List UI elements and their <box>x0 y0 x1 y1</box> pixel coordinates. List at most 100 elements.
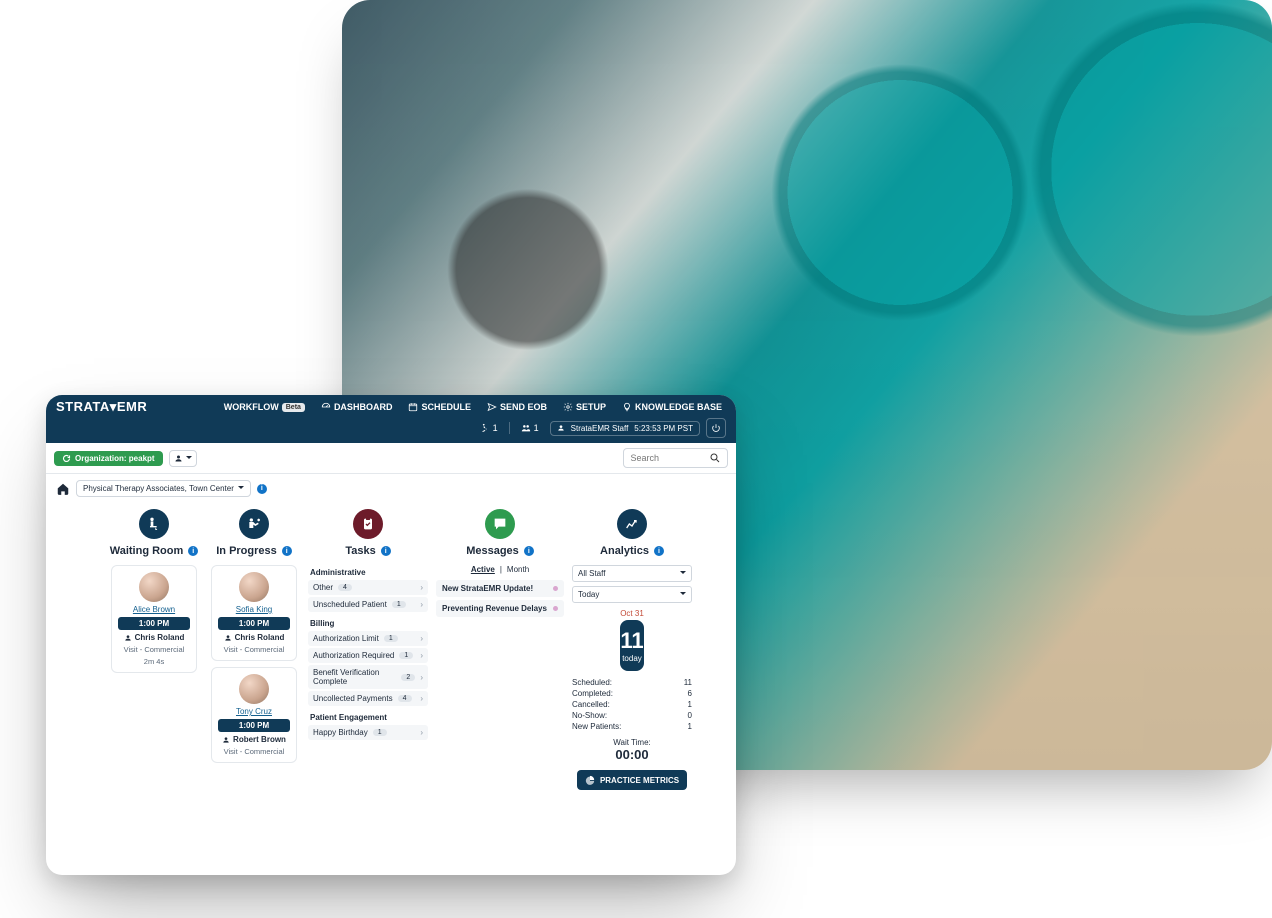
chevron-down-icon <box>238 484 244 493</box>
breadcrumb-bar: Physical Therapy Associates, Town Center… <box>46 474 736 503</box>
people-count[interactable]: 1 <box>516 421 544 435</box>
task-group: Patient Engagement Happy Birthday1› <box>308 710 428 742</box>
power-icon <box>711 423 721 433</box>
chevron-right-icon: › <box>420 583 423 592</box>
task-group-title: Administrative <box>308 565 428 580</box>
calendar-icon <box>408 402 418 412</box>
analytics-stats: Scheduled:11 Completed:6 Cancelled:1 No-… <box>572 677 692 732</box>
nav-dashboard[interactable]: DASHBOARD <box>317 399 397 415</box>
workspace: Waiting Room i Alice Brown 1:00 PM Chris… <box>46 503 736 800</box>
message-item[interactable]: Preventing Revenue Delays <box>436 600 564 617</box>
logout-button[interactable] <box>706 418 726 438</box>
nav-schedule[interactable]: SCHEDULE <box>404 399 475 415</box>
home-icon[interactable] <box>56 482 70 496</box>
wait-duration: 2m 4s <box>144 657 164 666</box>
tasks-icon <box>353 509 383 539</box>
divider <box>509 422 510 434</box>
visit-type: Visit - Commercial <box>224 645 285 654</box>
chevron-right-icon: › <box>420 600 423 609</box>
brand-logo: STRATA▾EMR <box>56 399 147 415</box>
avatar <box>239 674 269 704</box>
visit-type: Visit - Commercial <box>224 747 285 756</box>
location-selector[interactable]: Physical Therapy Associates, Town Center <box>76 480 251 497</box>
app-window: STRATA▾EMR WORKFLOW Beta DASHBOARD SCHED… <box>46 395 736 875</box>
messages-icon <box>485 509 515 539</box>
stat-row: Scheduled:11 <box>572 677 692 688</box>
info-icon[interactable]: i <box>257 484 267 494</box>
tab-active[interactable]: Active <box>471 565 495 574</box>
user-icon <box>124 634 132 642</box>
user-icon <box>174 454 183 463</box>
task-count: 1 <box>384 635 398 642</box>
patient-name-link[interactable]: Tony Cruz <box>236 707 272 716</box>
user-icon <box>224 634 232 642</box>
nav-setup[interactable]: SETUP <box>559 399 610 415</box>
bulb-icon <box>622 402 632 412</box>
task-group: Administrative Other4› Unscheduled Patie… <box>308 565 428 614</box>
wheelchair-count[interactable]: 1 <box>475 421 503 435</box>
appointment-time: 1:00 PM <box>218 719 290 732</box>
task-count: 1 <box>373 729 387 736</box>
task-row[interactable]: Benefit Verification Complete2› <box>308 665 428 689</box>
chevron-down-icon <box>680 590 686 599</box>
user-quick-dropdown[interactable] <box>169 450 197 467</box>
waiting-room-header: Waiting Room i <box>110 545 199 557</box>
info-icon[interactable]: i <box>654 546 664 556</box>
chevron-down-icon <box>680 569 686 578</box>
info-icon[interactable]: i <box>381 546 391 556</box>
info-icon[interactable]: i <box>188 546 198 556</box>
appointment-time: 1:00 PM <box>218 617 290 630</box>
patient-name-link[interactable]: Sofia King <box>236 605 272 614</box>
topbar: STRATA▾EMR WORKFLOW Beta DASHBOARD SCHED… <box>46 395 736 443</box>
patient-name-link[interactable]: Alice Brown <box>133 605 175 614</box>
task-count: 4 <box>338 584 352 591</box>
stat-row: No-Show:0 <box>572 710 692 721</box>
workflow-beta-badge: Beta <box>282 403 305 412</box>
task-row[interactable]: Other4› <box>308 580 428 595</box>
chevron-right-icon: › <box>420 728 423 737</box>
chevron-down-icon <box>186 453 192 464</box>
visit-type: Visit - Commercial <box>124 645 185 654</box>
avatar <box>139 572 169 602</box>
task-row[interactable]: Uncollected Payments4› <box>308 691 428 706</box>
task-count: 1 <box>399 652 413 659</box>
organization-pill[interactable]: Organization: peakpt <box>54 451 163 466</box>
stat-row: Completed:6 <box>572 688 692 699</box>
chevron-right-icon: › <box>420 673 423 682</box>
patient-card[interactable]: Alice Brown 1:00 PM Chris Roland Visit -… <box>111 565 197 673</box>
tasks-header: Tasks i <box>345 545 390 557</box>
search-icon <box>709 452 721 464</box>
tab-month[interactable]: Month <box>507 565 529 574</box>
task-row[interactable]: Authorization Limit1› <box>308 631 428 646</box>
nav-send-eob[interactable]: SEND EOB <box>483 399 551 415</box>
info-icon[interactable]: i <box>282 546 292 556</box>
task-row[interactable]: Unscheduled Patient1› <box>308 597 428 612</box>
task-count: 1 <box>392 601 406 608</box>
gauge-icon <box>321 402 331 412</box>
task-group-title: Patient Engagement <box>308 710 428 725</box>
messages-header: Messages i <box>466 545 534 557</box>
task-row[interactable]: Happy Birthday1› <box>308 725 428 740</box>
in-progress-icon <box>239 509 269 539</box>
staff-select[interactable]: All Staff <box>572 565 692 582</box>
range-select[interactable]: Today <box>572 586 692 603</box>
messages-tabs: Active | Month <box>471 565 529 574</box>
appointment-time: 1:00 PM <box>118 617 190 630</box>
search-input[interactable]: Search <box>623 448 728 468</box>
message-item[interactable]: New StrataEMR Update! <box>436 580 564 597</box>
today-label: today <box>620 654 643 663</box>
stat-row: New Patients:1 <box>572 721 692 732</box>
nav-workflow[interactable]: WORKFLOW Beta <box>220 399 309 415</box>
patient-card[interactable]: Tony Cruz 1:00 PM Robert Brown Visit - C… <box>211 667 297 763</box>
info-icon[interactable]: i <box>524 546 534 556</box>
provider-name: Chris Roland <box>224 633 285 642</box>
refresh-icon <box>62 454 71 463</box>
task-row[interactable]: Authorization Required1› <box>308 648 428 663</box>
nav-knowledge-base[interactable]: KNOWLEDGE BASE <box>618 399 726 415</box>
practice-metrics-button[interactable]: PRACTICE METRICS <box>577 770 687 790</box>
column-tasks: Tasks i Administrative Other4› Unschedul… <box>308 507 428 744</box>
current-user-chip[interactable]: StrataEMR Staff 5:23:53 PM PST <box>550 421 700 436</box>
patient-card[interactable]: Sofia King 1:00 PM Chris Roland Visit - … <box>211 565 297 661</box>
wait-time: Wait Time: 00:00 <box>613 738 650 762</box>
waiting-room-icon <box>139 509 169 539</box>
